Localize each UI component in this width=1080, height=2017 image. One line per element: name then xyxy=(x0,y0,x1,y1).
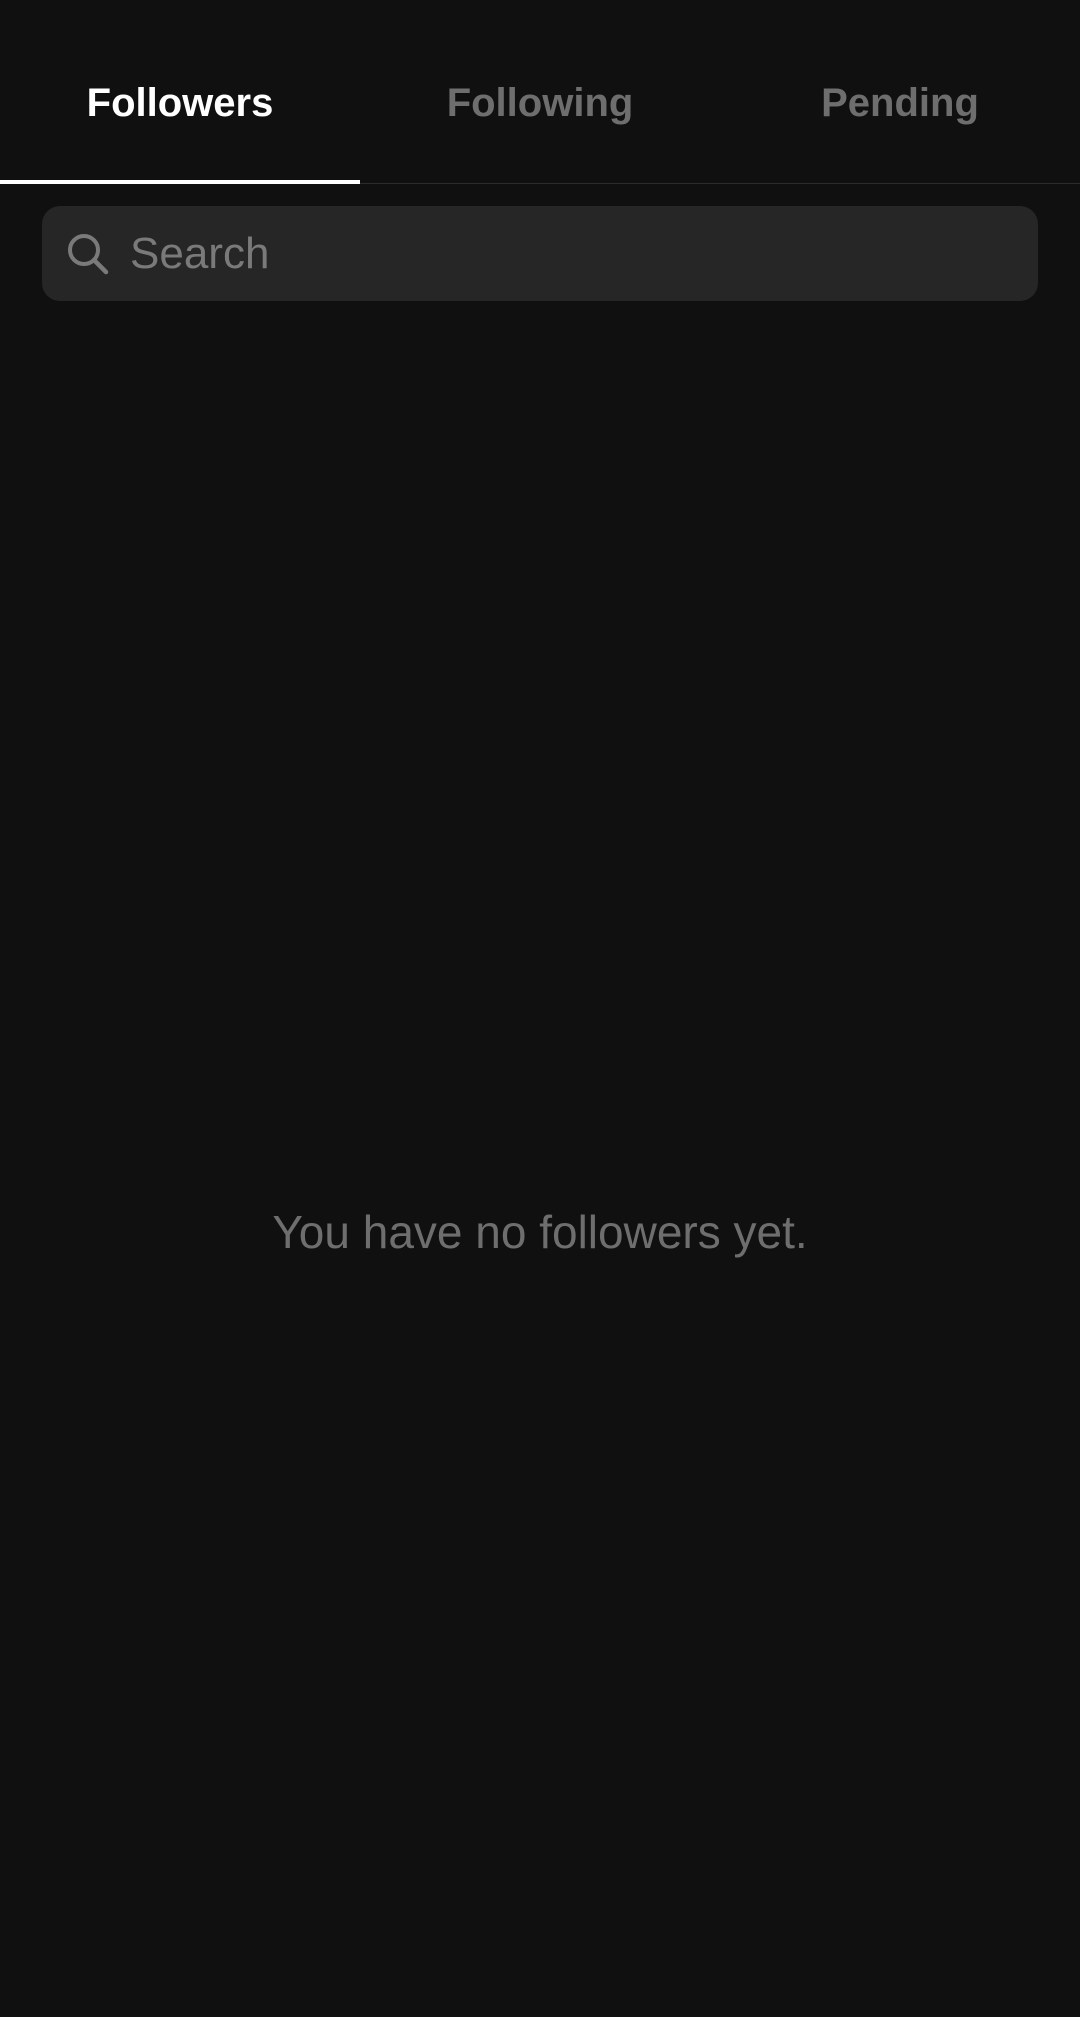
tab-pending-label: Pending xyxy=(821,81,979,125)
tab-following-label: Following xyxy=(446,81,634,125)
tab-followers[interactable]: Followers xyxy=(0,0,360,184)
search-input[interactable] xyxy=(128,205,1014,302)
search-bar[interactable] xyxy=(42,205,1038,302)
tab-pending[interactable]: Pending xyxy=(720,0,1080,183)
empty-state-message: You have no followers yet. xyxy=(272,1206,808,1258)
tab-bar: Followers Following Pending xyxy=(0,0,1080,184)
tab-followers-label: Followers xyxy=(86,81,274,125)
tab-following[interactable]: Following xyxy=(360,0,720,183)
search-icon xyxy=(66,232,110,276)
